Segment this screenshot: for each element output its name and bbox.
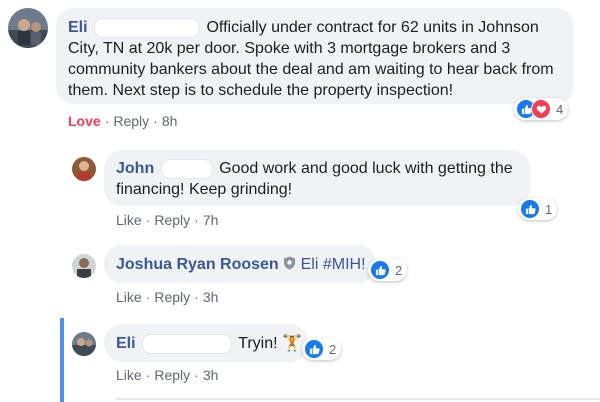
profile-photo-eli	[72, 332, 96, 356]
author-name[interactable]: Eli	[68, 19, 88, 36]
avatar[interactable]	[72, 332, 96, 356]
comment-text: Tryin!	[238, 335, 278, 352]
moderator-shield-icon	[284, 256, 296, 270]
comment-bubble: Joshua Ryan Roosen Eli #MIH!	[104, 245, 376, 283]
reaction-summary[interactable]: 2	[302, 338, 342, 360]
timestamp[interactable]: 7h	[203, 212, 219, 228]
reply-input-divider	[116, 398, 600, 400]
reply-button[interactable]: Reply	[113, 113, 149, 129]
avatar[interactable]	[8, 8, 48, 48]
avatar[interactable]	[72, 157, 96, 181]
profile-photo-eli	[8, 8, 48, 48]
weightlifter-emoji: 🏋	[282, 335, 302, 352]
thread-indicator	[60, 318, 64, 402]
redacted-name	[142, 333, 233, 354]
comment-actions: Like · Reply · 3h	[116, 367, 219, 383]
like-button[interactable]: Like	[116, 289, 142, 305]
comment-body: Joshua Ryan Roosen Eli #MIH!	[116, 254, 366, 275]
reply-button[interactable]: Reply	[154, 212, 190, 228]
profile-photo-joshua	[72, 254, 96, 278]
comment-actions: Like · Reply · 3h	[116, 289, 219, 305]
comment-bubble: Eli Officially under contract for 62 uni…	[56, 8, 574, 104]
like-icon	[304, 339, 324, 359]
love-icon	[531, 99, 551, 119]
like-icon	[520, 199, 540, 219]
comment-actions: Love · Reply · 8h	[68, 113, 178, 129]
like-icon	[370, 260, 390, 280]
reaction-summary[interactable]: 4	[514, 98, 569, 120]
author-name[interactable]: Joshua Ryan Roosen	[116, 256, 279, 273]
reaction-summary[interactable]: 1	[518, 198, 558, 220]
redacted-name	[160, 158, 213, 179]
comment-bubble: Eli Tryin! 🏋	[104, 324, 308, 362]
like-button[interactable]: Like	[116, 367, 142, 383]
comment-actions: Like · Reply · 7h	[116, 212, 219, 228]
avatar[interactable]	[72, 254, 96, 278]
redacted-name	[94, 17, 201, 38]
reaction-count: 1	[545, 201, 553, 217]
reaction-count: 2	[395, 262, 403, 278]
mention-link[interactable]: Eli	[301, 256, 319, 273]
author-name[interactable]: John	[116, 160, 154, 177]
reaction-summary[interactable]: 2	[368, 259, 408, 281]
comment-body: Eli Officially under contract for 62 uni…	[68, 17, 568, 101]
timestamp[interactable]: 3h	[203, 289, 219, 305]
reply-button[interactable]: Reply	[154, 289, 190, 305]
comment-body: Eli Tryin! 🏋	[116, 333, 302, 354]
comment-bubble: John Good work and good luck with gettin…	[104, 150, 530, 206]
author-name[interactable]: Eli	[116, 335, 136, 352]
reply-button[interactable]: Reply	[154, 367, 190, 383]
love-button[interactable]: Love	[68, 113, 101, 129]
hashtag-link[interactable]: #MIH!	[323, 256, 366, 273]
reaction-count: 2	[329, 341, 337, 357]
reaction-count: 4	[556, 101, 564, 117]
profile-photo-john	[72, 157, 96, 181]
timestamp[interactable]: 8h	[162, 113, 178, 129]
timestamp[interactable]: 3h	[203, 367, 219, 383]
like-button[interactable]: Like	[116, 212, 142, 228]
comment-body: John Good work and good luck with gettin…	[116, 158, 526, 200]
